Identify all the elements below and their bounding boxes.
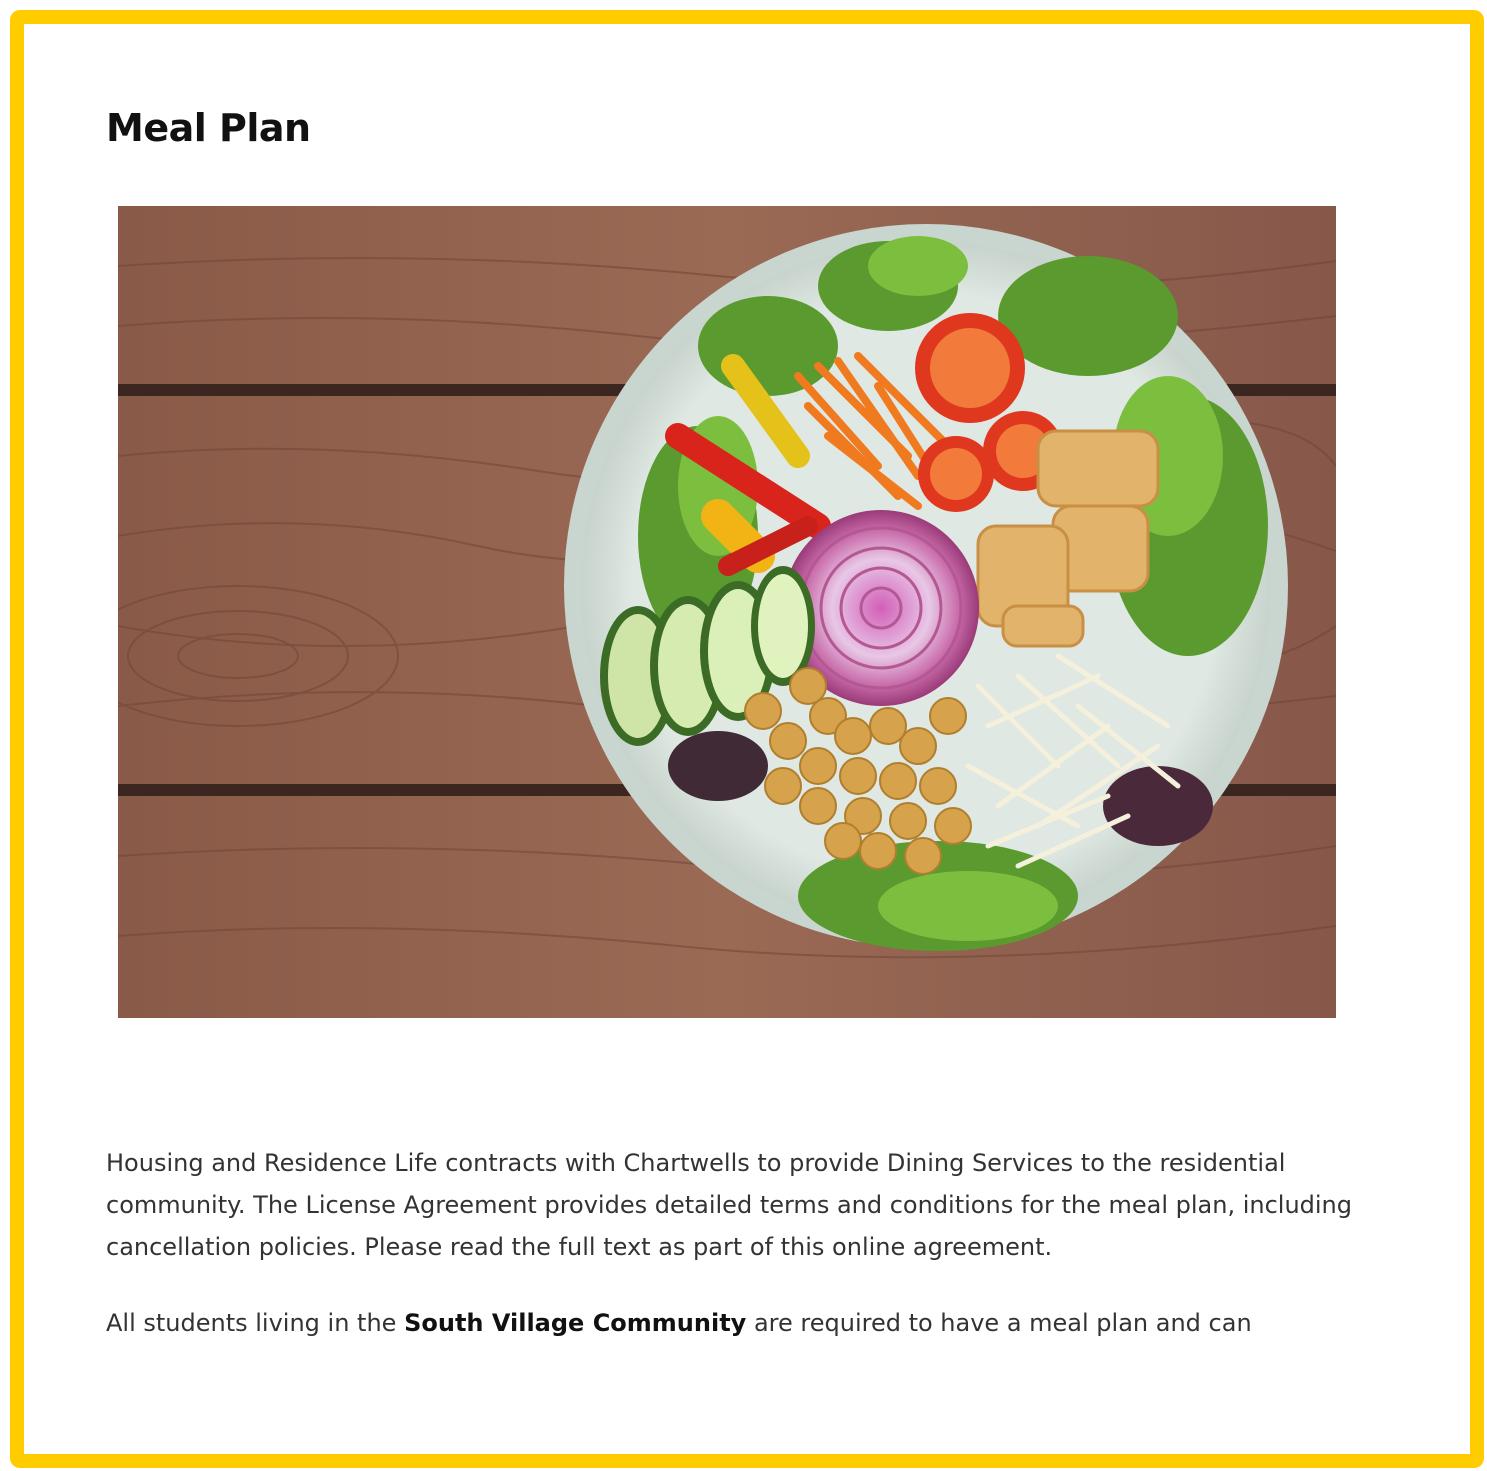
community-name: South Village Community [404,1309,747,1337]
salad-bowl-photo [118,206,1336,1018]
page-title: Meal Plan [106,106,311,150]
intro-paragraph: Housing and Residence Life contracts wit… [106,1149,1352,1261]
requirement-paragraph: All students living in the South Village… [106,1302,1376,1344]
requirement-text-start: All students living in the [106,1309,405,1337]
content-frame: Meal Plan Housing and Residence Life con… [10,10,1484,1468]
meal-plan-description: Housing and Residence Life contracts wit… [106,1142,1376,1378]
requirement-text-end: are required to have a meal plan and can [746,1309,1252,1337]
